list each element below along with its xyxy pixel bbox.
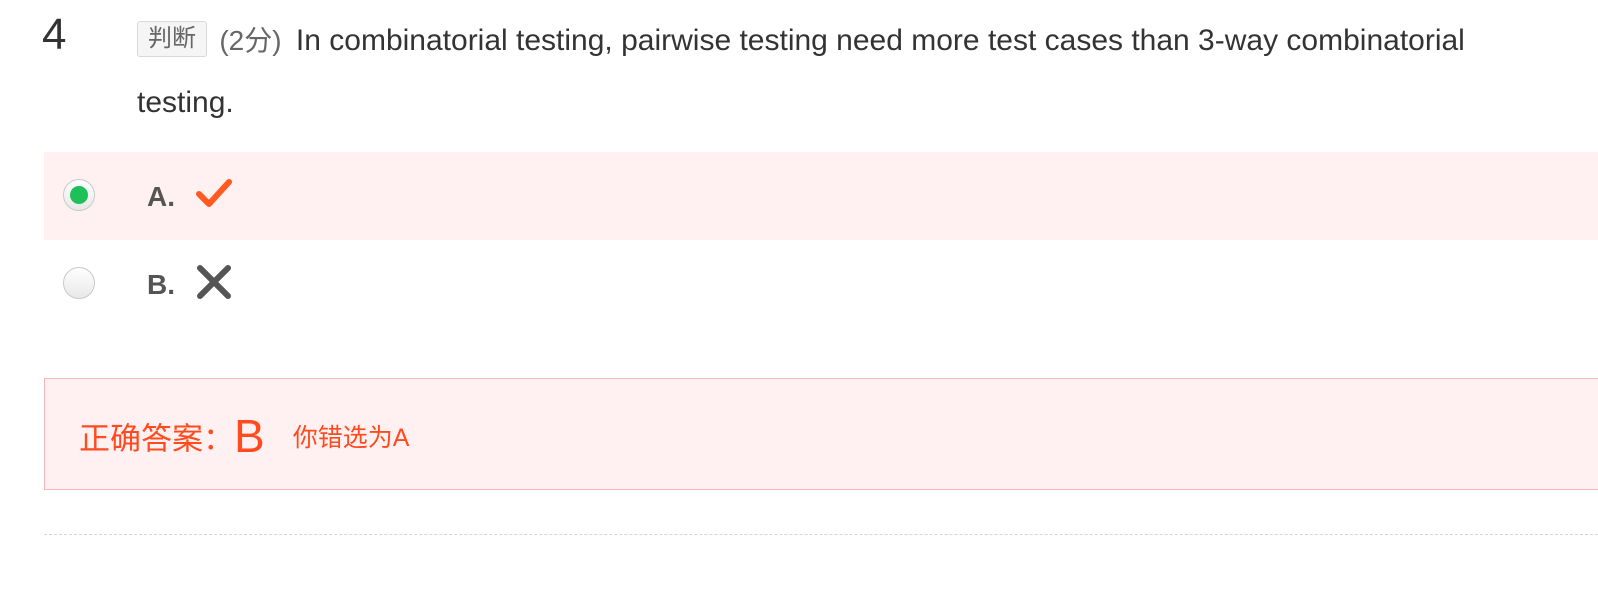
option-a[interactable]: A. [44, 152, 1598, 240]
correct-answer-value: B [234, 410, 265, 462]
option-b-radio[interactable] [63, 267, 95, 299]
option-b-letter: B. [147, 269, 175, 300]
check-icon [196, 179, 232, 207]
wrong-choice-note: 你错选为A [292, 424, 410, 452]
question-number: 4 [42, 10, 67, 59]
cross-icon [197, 265, 231, 299]
question-text: In combinatorial testing, pairwise testi… [137, 24, 1465, 119]
answer-line: 正确答案：B 你错选为A [79, 409, 409, 463]
question-score: (2分) [219, 25, 282, 56]
question-stem: 判断 (2分) In combinatorial testing, pairwi… [137, 10, 1537, 134]
answer-panel: 正确答案：B 你错选为A [44, 378, 1598, 490]
correct-answer-label: 正确答案： [79, 421, 234, 457]
question-type-badge: 判断 [137, 21, 207, 57]
option-a-radio[interactable] [63, 179, 95, 211]
option-b[interactable]: B. [44, 240, 1598, 328]
option-a-letter: A. [147, 181, 175, 212]
question-divider [44, 534, 1598, 535]
question-block: 4 判断 (2分) In combinatorial testing, pair… [0, 0, 1598, 594]
